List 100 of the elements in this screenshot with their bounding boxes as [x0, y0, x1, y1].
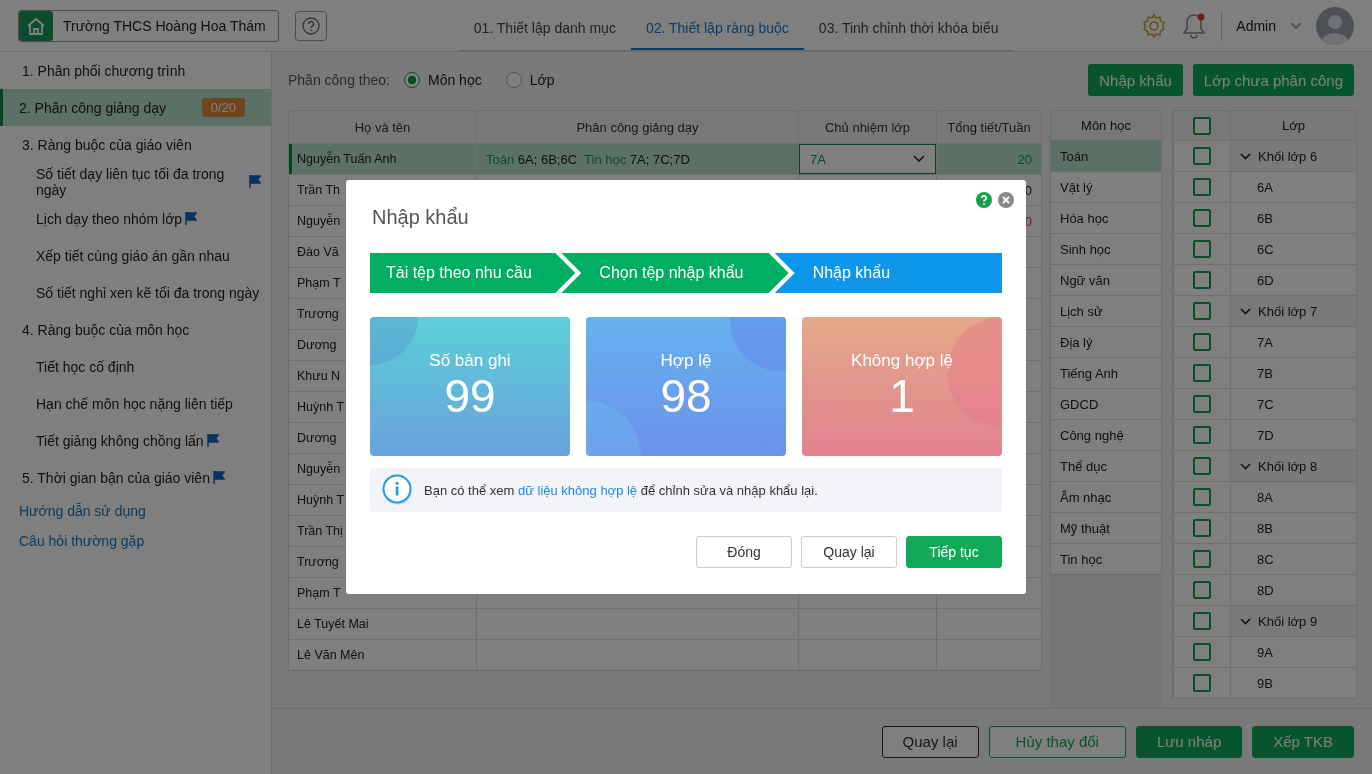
stat-value: 99 [444, 371, 496, 422]
teacher-name-cell[interactable]: Lê Văn Mên [288, 639, 477, 671]
help-icon[interactable] [294, 10, 327, 41]
checkbox[interactable] [1193, 240, 1211, 258]
grade-group-label: Khối lớp 9 [1258, 613, 1318, 629]
checkbox[interactable] [1193, 271, 1211, 289]
grade-group-label: Khối lớp 8 [1258, 458, 1318, 474]
sidebar-subitem[interactable]: Tiết giảng không chồng lấn [0, 422, 271, 459]
checkbox[interactable] [1193, 643, 1211, 661]
homeroom-select[interactable]: 7A [799, 144, 936, 174]
chevron-icon[interactable] [1240, 617, 1251, 625]
sidebar-item[interactable]: 2. Phân công giảng dạy 0/20 [0, 89, 271, 126]
sidebar-subitem[interactable]: Tiết học cố định [0, 348, 271, 385]
radio-option[interactable]: Lớp [505, 72, 555, 88]
wizard-step: Nhập khẩu [774, 253, 1002, 293]
checkbox[interactable] [1193, 395, 1211, 413]
sidebar-subitem[interactable]: Xếp tiết cùng giáo án gần nhau [0, 237, 271, 274]
notification-bell-icon[interactable] [1181, 11, 1208, 40]
sidebar-item[interactable]: 1. Phân phối chương trình [0, 52, 271, 89]
sidebar-item[interactable]: 3. Ràng buộc của giáo viên [0, 126, 271, 163]
step-tab[interactable]: 03. Tinh chỉnh thời khóa biểu [803, 6, 1014, 50]
column-header: Phân công giảng dạy [476, 110, 799, 144]
subject-item[interactable]: Sinh học [1050, 234, 1162, 265]
class-label: 8B [1231, 513, 1357, 544]
dialog-button[interactable]: Quay lại [801, 536, 897, 568]
sidebar-item[interactable]: 5. Thời gian bận của giáo viên [0, 459, 271, 496]
subject-item[interactable]: Tiếng Anh [1050, 358, 1162, 389]
class-label: 9B [1231, 668, 1357, 699]
subject-item[interactable]: Vật lý [1050, 172, 1162, 203]
caret-icon[interactable] [1290, 21, 1302, 30]
class-label: 8C [1231, 544, 1357, 575]
sidebar-subitem[interactable]: Số tiết nghỉ xen kẽ tối đa trong ngày [0, 274, 271, 311]
checkbox[interactable] [1193, 302, 1211, 320]
caret-icon [913, 155, 925, 163]
user-name[interactable]: Admin [1236, 17, 1276, 34]
subject-item[interactable]: Hóa học [1050, 203, 1162, 234]
dialog-title: Nhập khẩu [372, 206, 470, 229]
sidebar-subitem[interactable]: Số tiết dạy liên tục tối đa trong ngày [0, 163, 271, 200]
settings-icon[interactable] [1141, 12, 1168, 39]
checkbox[interactable] [1193, 364, 1211, 382]
help-link[interactable]: Hướng dẫn sử dụng [0, 496, 271, 526]
class-label: 6B [1231, 203, 1357, 234]
class-label: 8D [1231, 575, 1357, 606]
period-count: 20 [1017, 151, 1032, 167]
checkbox[interactable] [1193, 426, 1211, 444]
info-icon [382, 474, 414, 506]
close-icon[interactable] [998, 192, 1014, 208]
class-label: 7D [1231, 420, 1357, 451]
help-link[interactable]: Câu hỏi thường gặp [0, 526, 271, 556]
stat-value: 1 [889, 371, 915, 422]
assign-by-label: Phân công theo: [288, 72, 390, 88]
checkbox[interactable] [1193, 612, 1211, 630]
checkbox[interactable] [1193, 488, 1211, 506]
grade-group-label: Khối lớp 7 [1258, 303, 1318, 319]
stat-label: Hợp lệ [660, 351, 712, 372]
radio-option[interactable]: Môn học [404, 72, 482, 88]
subject-item[interactable]: Công nghệ [1050, 420, 1162, 451]
wizard-step: Tải tệp theo nhu cầu [370, 253, 576, 293]
subject-item[interactable]: Tin học [1050, 544, 1162, 575]
select-all-checkbox[interactable] [1193, 116, 1211, 135]
class-label: 7C [1231, 389, 1357, 420]
subject-item[interactable]: Âm nhạc [1050, 482, 1162, 513]
subject-item[interactable]: Ngữ văn [1050, 265, 1162, 296]
school-selector[interactable]: Trường THCS Hoàng Hoa Thám [18, 9, 279, 42]
dialog-button[interactable]: Tiếp tục [906, 536, 1002, 568]
footer-button[interactable]: Quay lại [881, 725, 979, 758]
step-tab[interactable]: 02. Thiết lập ràng buộc [630, 6, 804, 50]
avatar[interactable] [1316, 6, 1354, 45]
sidebar-subitem[interactable]: Hạn chế môn học nặng liên tiếp [0, 385, 271, 422]
checkbox[interactable] [1193, 519, 1211, 537]
checkbox[interactable] [1193, 550, 1211, 568]
invalid-data-link[interactable]: dữ liệu không hợp lệ [517, 482, 638, 498]
teacher-name-cell[interactable]: Lê Tuyết Mai [288, 608, 477, 640]
subject-item[interactable]: Toán [1050, 141, 1162, 172]
sidebar-item[interactable]: 4. Ràng buộc của môn học [0, 311, 271, 348]
subject-item[interactable]: Địa lý [1050, 327, 1162, 358]
teacher-name-cell[interactable]: Nguyễn Tuấn Anh [288, 143, 477, 175]
column-header: Họ và tên [288, 110, 477, 144]
checkbox[interactable] [1193, 674, 1211, 692]
class-label: 9A [1231, 637, 1357, 668]
checkbox[interactable] [1193, 178, 1211, 196]
checkbox[interactable] [1193, 581, 1211, 599]
chevron-icon[interactable] [1240, 152, 1251, 160]
checkbox[interactable] [1193, 209, 1211, 227]
checkbox[interactable] [1193, 147, 1211, 165]
step-tab[interactable]: 01. Thiết lập danh mục [458, 6, 631, 50]
count-badge: 0/20 [201, 98, 245, 117]
checkbox[interactable] [1193, 333, 1211, 351]
stat-label: Số bản ghi [429, 351, 511, 372]
subject-item[interactable]: Lịch sử [1050, 296, 1162, 327]
help-icon[interactable] [976, 192, 992, 208]
sidebar-subitem[interactable]: Lịch dạy theo nhóm lớp [0, 200, 271, 237]
dialog-button[interactable]: Đóng [696, 536, 792, 568]
class-label: 6D [1231, 265, 1357, 296]
chevron-icon[interactable] [1240, 462, 1251, 470]
subject-item[interactable]: Mỹ thuật [1050, 513, 1162, 544]
chevron-icon[interactable] [1240, 307, 1251, 315]
subject-item[interactable]: GDCD [1050, 389, 1162, 420]
checkbox[interactable] [1193, 457, 1211, 475]
subject-item[interactable]: Thể dục [1050, 451, 1162, 482]
